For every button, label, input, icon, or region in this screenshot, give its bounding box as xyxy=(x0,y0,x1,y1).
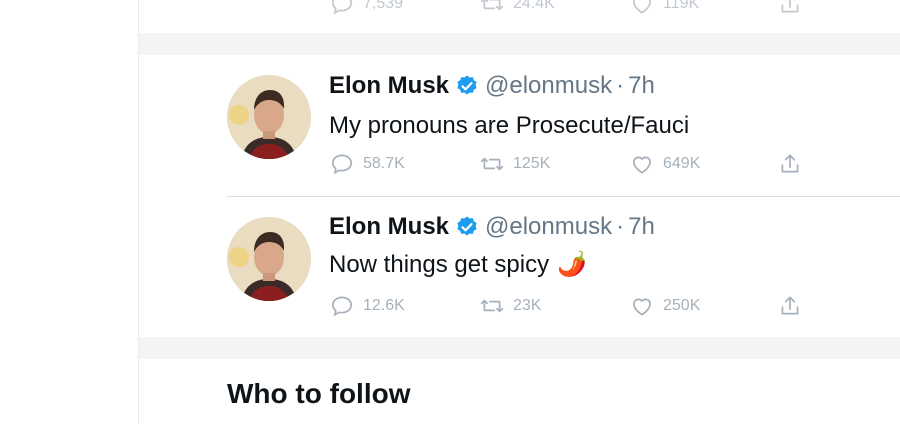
prev-tweet-actions: 7,539 24.4K 119K xyxy=(329,0,809,16)
like-button[interactable]: 250K xyxy=(629,293,700,319)
like-count: 119K xyxy=(663,0,700,12)
retweet-button[interactable]: 23K xyxy=(479,293,541,319)
reply-icon xyxy=(331,296,353,317)
tweet-header: Elon Musk @elonmusk · 7h xyxy=(329,213,655,241)
like-button[interactable]: 649K xyxy=(629,151,700,177)
reply-button[interactable]: 7,539 xyxy=(329,0,403,17)
reply-count: 7,539 xyxy=(363,0,404,12)
timestamp[interactable]: 7h xyxy=(628,213,655,241)
like-count: 649K xyxy=(663,155,701,172)
reply-count: 58.7K xyxy=(363,155,405,172)
retweet-count: 125K xyxy=(513,155,551,172)
tweet-text: Now things get spicy 🌶️ xyxy=(329,250,587,279)
who-to-follow-heading: Who to follow xyxy=(227,378,411,409)
share-icon xyxy=(781,296,799,315)
share-button[interactable] xyxy=(777,293,803,319)
reply-icon xyxy=(331,154,353,175)
heart-icon xyxy=(633,298,651,316)
display-name[interactable]: Elon Musk xyxy=(329,72,449,100)
retweet-icon xyxy=(480,299,504,313)
verified-badge-icon xyxy=(457,75,477,95)
retweet-icon xyxy=(480,0,504,11)
reply-button[interactable]: 58.7K xyxy=(329,151,405,177)
chili-pepper-emoji: 🌶️ xyxy=(557,251,587,278)
separator: · xyxy=(616,213,625,240)
tweet-body: My pronouns are Prosecute/Fauci xyxy=(329,112,690,139)
section-divider xyxy=(139,33,900,55)
tweet-actions: 58.7K 125K 649K xyxy=(329,152,809,176)
avatar[interactable] xyxy=(227,75,311,159)
profile-photo xyxy=(227,217,311,301)
tweet-body: Now things get spicy xyxy=(329,250,550,278)
reply-button[interactable]: 12.6K xyxy=(329,293,405,319)
left-rail xyxy=(0,0,139,424)
handle[interactable]: @elonmusk xyxy=(485,213,612,241)
tweet[interactable]: Elon Musk @elonmusk · 7h My pronouns are… xyxy=(227,55,900,195)
profile-photo xyxy=(227,75,311,159)
heart-icon xyxy=(633,156,651,174)
tweet-actions: 12.6K 23K 250K xyxy=(329,294,809,318)
share-icon xyxy=(781,154,799,173)
separator: · xyxy=(616,72,625,99)
heart-icon xyxy=(633,0,651,14)
share-button[interactable] xyxy=(777,0,803,17)
share-button[interactable] xyxy=(777,151,803,177)
tweet-text: My pronouns are Prosecute/Fauci xyxy=(329,112,689,140)
tweet[interactable]: Elon Musk @elonmusk · 7h Now things get … xyxy=(227,196,900,337)
retweet-button[interactable]: 125K xyxy=(479,151,550,177)
share-icon xyxy=(781,0,799,13)
section-divider xyxy=(139,337,900,359)
verified-badge-icon xyxy=(457,216,477,236)
like-button[interactable]: 119K xyxy=(629,0,699,17)
reply-icon xyxy=(331,0,353,15)
display-name[interactable]: Elon Musk xyxy=(329,213,449,241)
retweet-count: 23K xyxy=(513,297,542,314)
like-count: 250K xyxy=(663,297,701,314)
retweet-count: 24.4K xyxy=(513,0,555,12)
avatar[interactable] xyxy=(227,217,311,301)
reply-count: 12.6K xyxy=(363,297,405,314)
timeline: 7,539 24.4K 119K Elon Musk @elonmusk · 7… xyxy=(139,0,900,424)
retweet-button[interactable]: 24.4K xyxy=(479,0,555,17)
retweet-icon xyxy=(480,157,504,171)
timestamp[interactable]: 7h xyxy=(628,72,655,100)
tweet-header: Elon Musk @elonmusk · 7h xyxy=(329,72,655,100)
handle[interactable]: @elonmusk xyxy=(485,72,612,100)
